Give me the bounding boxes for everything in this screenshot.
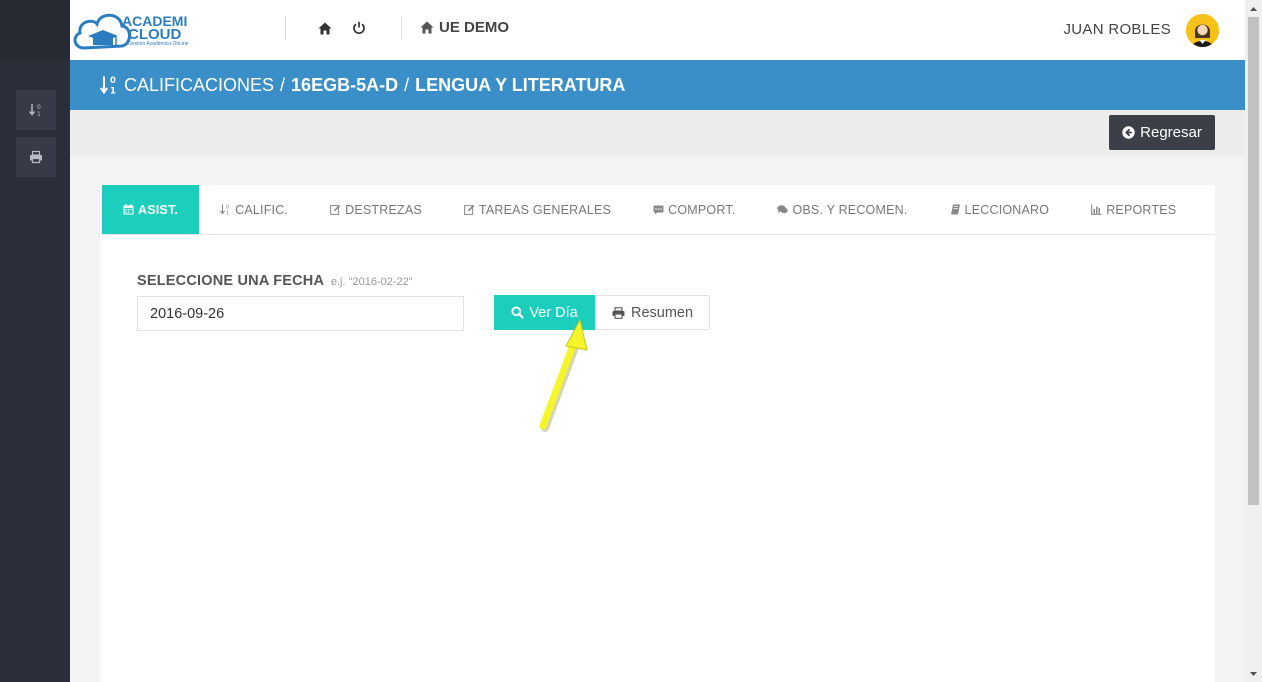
breadcrumb-course: 16EGB-5A-D [291, 74, 399, 95]
caret-up-icon [1250, 6, 1257, 11]
svg-text:0: 0 [37, 104, 41, 111]
back-button-label: Regresar [1140, 124, 1202, 141]
page-title-bar: 01 CALIFICACIONES / 16EGB-5A-D / LENGUA … [70, 60, 1245, 110]
tab-tareas-generales[interactable]: TAREAS GENERALES [443, 185, 632, 234]
sort-numeric-icon: 01 [100, 75, 118, 95]
scroll-up-button[interactable] [1245, 0, 1262, 17]
svg-text:1: 1 [226, 211, 229, 216]
breadcrumb-separator: / [280, 74, 286, 95]
logout-button[interactable] [350, 19, 368, 37]
tab-destrezas[interactable]: DESTREZAS [309, 185, 443, 234]
home-button[interactable] [316, 19, 334, 37]
scroll-down-button[interactable] [1245, 665, 1262, 682]
print-icon [30, 150, 42, 164]
page-scrollbar[interactable] [1245, 0, 1262, 682]
sidebar-item-grades[interactable]: 01 [16, 90, 56, 130]
tab-leccionario[interactable]: LECCIONARO [929, 185, 1071, 234]
tab-label: DESTREZAS [345, 202, 422, 217]
date-format-hint: e.j. "2016-02-22" [330, 276, 413, 288]
arrow-circle-left-icon [1122, 126, 1135, 139]
tab-comportamiento[interactable]: COMPORT. [632, 185, 756, 234]
top-header: ACADEMI CLOUD Gestión Académica OnLine U… [70, 0, 1245, 60]
svg-text:1: 1 [110, 87, 116, 96]
svg-text:0: 0 [110, 76, 116, 86]
svg-text:1: 1 [37, 111, 41, 117]
home-small-icon [420, 21, 434, 34]
date-input[interactable] [137, 296, 464, 331]
tab-label: CALIFIC. [235, 202, 289, 217]
comments-icon [777, 205, 789, 214]
date-label-text: SELECCIONE UNA FECHA [137, 273, 324, 289]
edit-icon [464, 205, 475, 215]
sort-numeric-icon: 01 [29, 104, 41, 117]
tab-bar: ASIST. 01 CALIFIC. DESTREZAS TAREAS GENE… [102, 185, 1214, 235]
sort-numeric-icon: 01 [220, 204, 229, 216]
sidebar-top [0, 0, 70, 60]
content-panel: ASIST. 01 CALIFIC. DESTREZAS TAREAS GENE… [100, 185, 1215, 682]
search-icon [511, 306, 525, 319]
tab-label: COMPORT. [668, 202, 736, 217]
breadcrumb-subject: LENGUA Y LITERATURA [415, 74, 626, 95]
tab-label: REPORTES [1106, 202, 1177, 217]
app-logo[interactable]: ACADEMI CLOUD Gestión Académica OnLine [70, 8, 190, 54]
tab-label: OBS. Y RECOMEN. [792, 202, 908, 217]
power-icon [353, 21, 365, 35]
print-icon [612, 306, 625, 319]
user-avatar[interactable] [1186, 14, 1219, 47]
organization-label: UE DEMO [439, 19, 510, 36]
tab-label: LECCIONARO [964, 202, 1050, 217]
tab-label: ASIST. [138, 202, 179, 217]
edit-icon [330, 205, 341, 215]
tab-label: TAREAS GENERALES [478, 202, 612, 217]
tab-reportes[interactable]: REPORTES [1070, 185, 1197, 234]
calendar-icon [123, 204, 134, 215]
action-bar: Regresar [70, 110, 1245, 155]
scroll-thumb[interactable] [1248, 17, 1259, 505]
home-icon [318, 22, 332, 34]
breadcrumb-separator: / [404, 74, 410, 95]
caret-down-icon [1250, 671, 1257, 676]
organization-name[interactable]: UE DEMO [420, 19, 509, 36]
tab-calificaciones[interactable]: 01 CALIFIC. [199, 185, 309, 234]
breadcrumb-section: CALIFICACIONES [124, 74, 275, 95]
content-panel-inner: ASIST. 01 CALIFIC. DESTREZAS TAREAS GENE… [102, 185, 1214, 682]
comment-icon [653, 205, 664, 215]
annotation-arrow-icon [539, 318, 588, 432]
sidebar: 01 [0, 0, 70, 682]
tab-observaciones[interactable]: OBS. Y RECOMEN. [756, 185, 928, 234]
avatar-icon [1186, 14, 1219, 47]
logo-tagline: Gestión Académica OnLine [128, 41, 189, 47]
book-icon [950, 204, 960, 215]
bar-chart-icon [1091, 204, 1102, 215]
sidebar-item-print[interactable] [16, 137, 56, 177]
back-button[interactable]: Regresar [1109, 115, 1215, 150]
date-field-label: SELECCIONE UNA FECHA e.j. "2016-02-22" [137, 273, 413, 289]
header-divider [285, 16, 286, 40]
summary-button[interactable]: Resumen [595, 295, 710, 330]
tab-asistencia[interactable]: ASIST. [102, 185, 200, 234]
header-divider [401, 16, 402, 40]
summary-label: Resumen [630, 304, 694, 321]
main-content: ASIST. 01 CALIFIC. DESTREZAS TAREAS GENE… [70, 155, 1245, 682]
user-name[interactable]: JUAN ROBLES [1064, 21, 1172, 38]
